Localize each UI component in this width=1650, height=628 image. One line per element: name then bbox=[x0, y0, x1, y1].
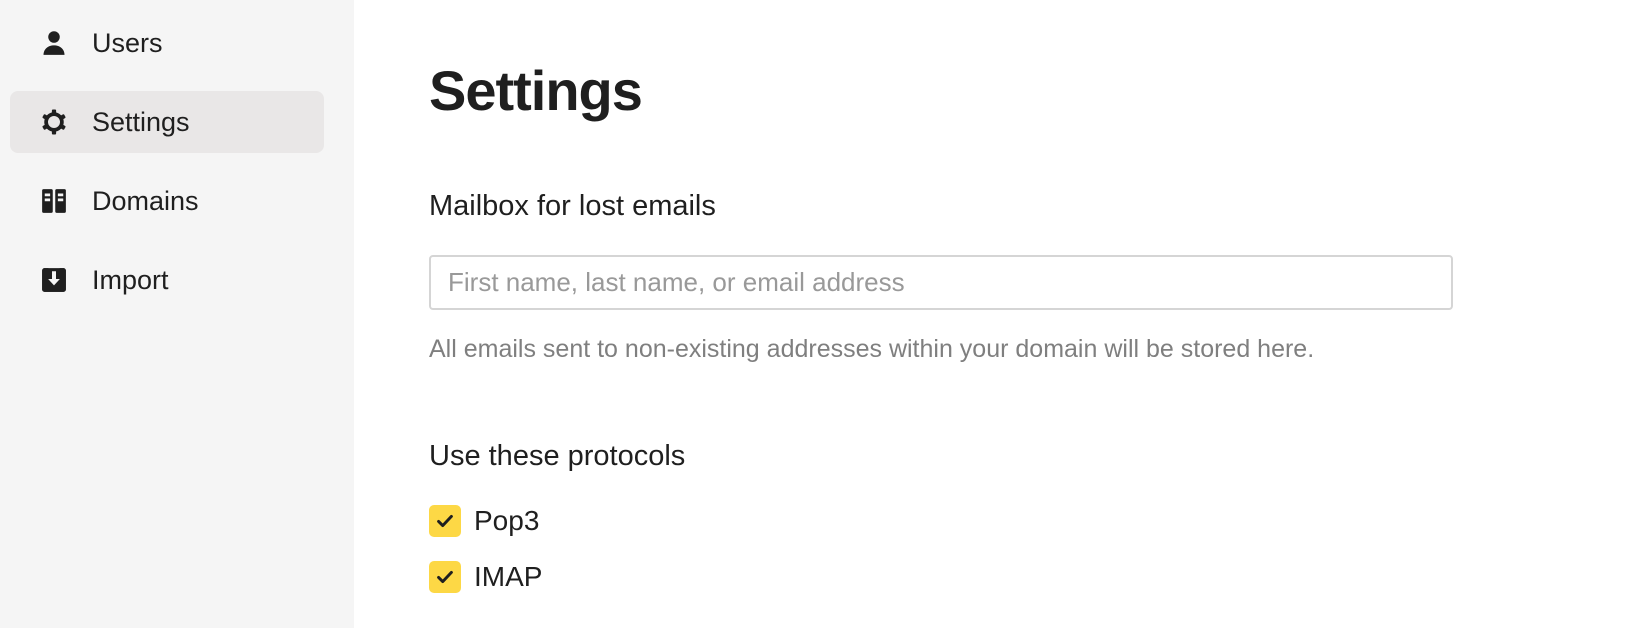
sidebar-item-import[interactable]: Import bbox=[10, 249, 324, 311]
imap-checkbox[interactable] bbox=[429, 561, 461, 593]
sidebar-item-settings[interactable]: Settings bbox=[10, 91, 324, 153]
lost-mailbox-hint: All emails sent to non-existing addresse… bbox=[429, 335, 1315, 363]
imap-option[interactable]: IMAP bbox=[429, 561, 542, 593]
domains-icon bbox=[39, 186, 69, 216]
sidebar: Users Settings Domains Import bbox=[0, 0, 354, 628]
page-title: Settings bbox=[429, 59, 643, 122]
protocols-heading: Use these protocols bbox=[429, 440, 686, 472]
import-icon bbox=[39, 265, 69, 295]
checkmark-icon bbox=[437, 514, 453, 528]
sidebar-item-label: Users bbox=[92, 27, 163, 58]
lost-mailbox-input[interactable] bbox=[429, 255, 1453, 310]
imap-label: IMAP bbox=[474, 561, 543, 592]
sidebar-item-label: Domains bbox=[92, 185, 199, 216]
lost-mailbox-heading: Mailbox for lost emails bbox=[429, 190, 716, 222]
user-icon bbox=[39, 28, 69, 58]
sidebar-item-label: Import bbox=[92, 264, 169, 295]
sidebar-item-label: Settings bbox=[92, 106, 190, 137]
sidebar-item-domains[interactable]: Domains bbox=[10, 170, 324, 232]
checkmark-icon bbox=[437, 570, 453, 584]
pop3-option[interactable]: Pop3 bbox=[429, 505, 539, 537]
pop3-label: Pop3 bbox=[474, 505, 540, 536]
gear-icon bbox=[39, 107, 69, 137]
pop3-checkbox[interactable] bbox=[429, 505, 461, 537]
sidebar-item-users[interactable]: Users bbox=[10, 12, 324, 74]
